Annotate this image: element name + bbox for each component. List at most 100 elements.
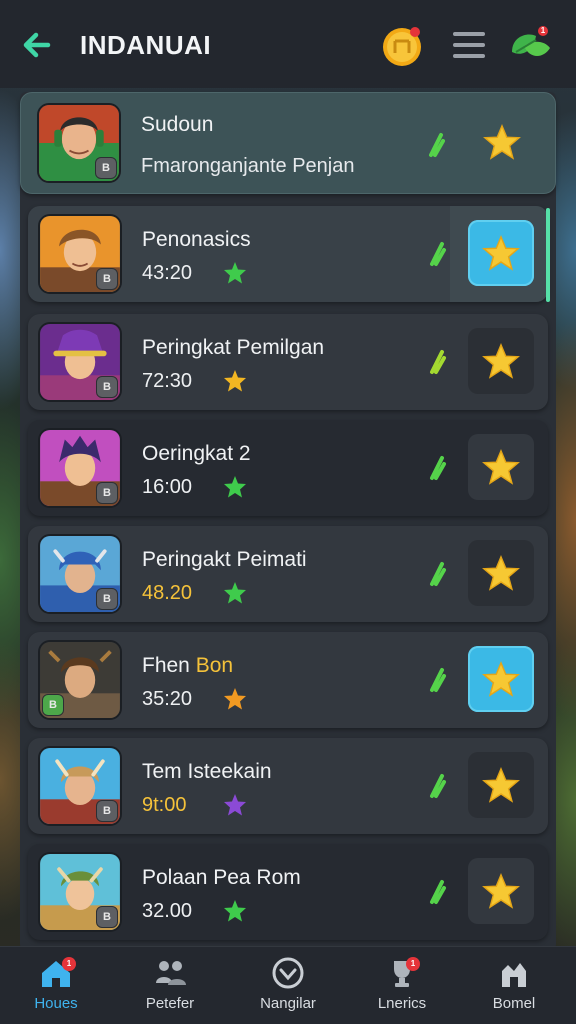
- arrow-left-icon: [23, 32, 51, 58]
- app-title: INDANUAI: [80, 30, 212, 60]
- rank-up-icon: [430, 562, 446, 586]
- nav-label: Nangilar: [260, 995, 316, 1012]
- rank-up-icon: [430, 456, 446, 480]
- list-item[interactable]: B Peringakt Peimati 48.20: [28, 526, 548, 622]
- top-bar: INDANUAI 1: [0, 0, 576, 88]
- avatar: B: [38, 322, 122, 402]
- menu-button[interactable]: [450, 28, 488, 62]
- bottom-navigation: 1 Houes Petefer Nangilar 1 Lnerics Bomel: [0, 946, 576, 1024]
- star-icon: [482, 342, 520, 379]
- star-icon: [482, 660, 520, 697]
- list-item[interactable]: B Fhen Bon 35:20: [28, 632, 548, 728]
- list-item[interactable]: B Tem Isteekain 9t:00: [28, 738, 548, 834]
- back-button[interactable]: [18, 26, 56, 64]
- compass-icon: [272, 957, 304, 989]
- avatar: B: [38, 852, 122, 932]
- nav-label: Bomel: [492, 995, 536, 1012]
- avatar-badge: B: [95, 157, 117, 179]
- avatar-badge: B: [96, 588, 118, 610]
- avatar-badge: B: [96, 482, 118, 504]
- rank-star-icon: [224, 688, 246, 710]
- player-name: Tem Isteekain: [142, 760, 272, 783]
- player-time: 48.20: [142, 582, 193, 604]
- nav-people[interactable]: Petefer: [118, 955, 222, 1021]
- nav-trophy[interactable]: 1 Lnerics: [350, 955, 454, 1021]
- player-name: Oeringkat 2: [142, 442, 251, 465]
- avatar-badge: B: [42, 694, 64, 716]
- nav-label: Houes: [34, 995, 78, 1012]
- rank-up-icon: [430, 880, 446, 904]
- rank-up-icon: [430, 242, 446, 266]
- gift-button[interactable]: 1: [506, 22, 556, 68]
- rank-up-icon: [430, 350, 446, 374]
- player-subtitle: Fmaronganjante Penjan: [141, 155, 355, 177]
- avatar-badge: B: [96, 906, 118, 928]
- avatar: B: [37, 103, 121, 183]
- player-name-main: Fhen: [142, 654, 196, 677]
- avatar-badge: B: [96, 376, 118, 398]
- player-name: Peringkat Pemilgan: [142, 336, 325, 359]
- favorite-button[interactable]: [468, 752, 534, 818]
- ranking-list: B Sudoun Fmaronganjante Penjan B Penonas…: [0, 88, 576, 946]
- favorite-button[interactable]: [468, 434, 534, 500]
- rank-star-icon: [224, 794, 246, 816]
- player-time: 43:20: [142, 262, 193, 284]
- rank-up-icon: [430, 774, 446, 798]
- selection-indicator: [546, 208, 550, 302]
- star-icon: [482, 448, 520, 485]
- home-badge: 1: [62, 957, 76, 971]
- avatar: B: [38, 746, 122, 826]
- rank-star-icon: [224, 262, 246, 284]
- avatar: B: [38, 214, 122, 294]
- nav-compass[interactable]: Nangilar: [236, 955, 340, 1021]
- player-time: 35:20: [142, 688, 193, 710]
- star-icon: [482, 872, 520, 909]
- hamburger-menu-icon: [453, 32, 485, 58]
- favorite-button[interactable]: [468, 220, 534, 286]
- player-time: 16:00: [142, 476, 193, 498]
- trophy-badge: 1: [406, 957, 420, 971]
- star-icon: [482, 554, 520, 591]
- player-name: Peringakt Peimati: [142, 548, 307, 571]
- list-item[interactable]: B Penonasics 43:20: [28, 206, 550, 302]
- avatar-badge: B: [96, 800, 118, 822]
- player-time: 72:30: [142, 370, 193, 392]
- player-time: 32.00: [142, 900, 193, 922]
- player-name-accent: Bon: [195, 654, 234, 677]
- nav-label: Petefer: [145, 995, 195, 1012]
- star-icon: [482, 766, 520, 803]
- avatar: B: [38, 640, 122, 720]
- player-name: Sudoun: [141, 113, 214, 136]
- nav-label: Lnerics: [377, 995, 427, 1012]
- player-name: Fhen Bon: [142, 654, 233, 678]
- list-item[interactable]: B Polaan Pea Rom 32.00: [28, 844, 548, 940]
- people-icon: [156, 961, 186, 985]
- nav-home[interactable]: 1 Houes: [4, 955, 108, 1021]
- rank-star-icon: [224, 476, 246, 498]
- favorite-button[interactable]: [469, 109, 535, 175]
- player-name: Penonasics: [142, 228, 251, 251]
- avatar: B: [38, 428, 122, 508]
- favorite-button[interactable]: [468, 328, 534, 394]
- list-item[interactable]: B Peringkat Pemilgan 72:30: [28, 314, 548, 410]
- rank-up-icon: [430, 668, 446, 692]
- nav-castle[interactable]: Bomel: [462, 955, 566, 1021]
- avatar-badge: B: [96, 268, 118, 290]
- avatar: B: [38, 534, 122, 614]
- favorite-button[interactable]: [468, 646, 534, 712]
- list-item[interactable]: B Sudoun Fmaronganjante Penjan: [20, 92, 556, 194]
- coin-icon: [383, 27, 421, 66]
- star-icon: [482, 234, 520, 271]
- player-time: 9t:00: [142, 794, 187, 816]
- rank-star-icon: [224, 900, 246, 922]
- rank-star-icon: [224, 370, 246, 392]
- list-item[interactable]: B Oeringkat 2 16:00: [28, 420, 548, 516]
- rank-star-icon: [224, 582, 246, 604]
- rank-up-icon: [429, 133, 445, 157]
- favorite-button[interactable]: [468, 540, 534, 606]
- coin-button[interactable]: [380, 24, 424, 68]
- gift-badge: 1: [536, 24, 550, 38]
- favorite-button[interactable]: [468, 858, 534, 924]
- player-name: Polaan Pea Rom: [142, 866, 301, 889]
- star-icon: [483, 123, 521, 160]
